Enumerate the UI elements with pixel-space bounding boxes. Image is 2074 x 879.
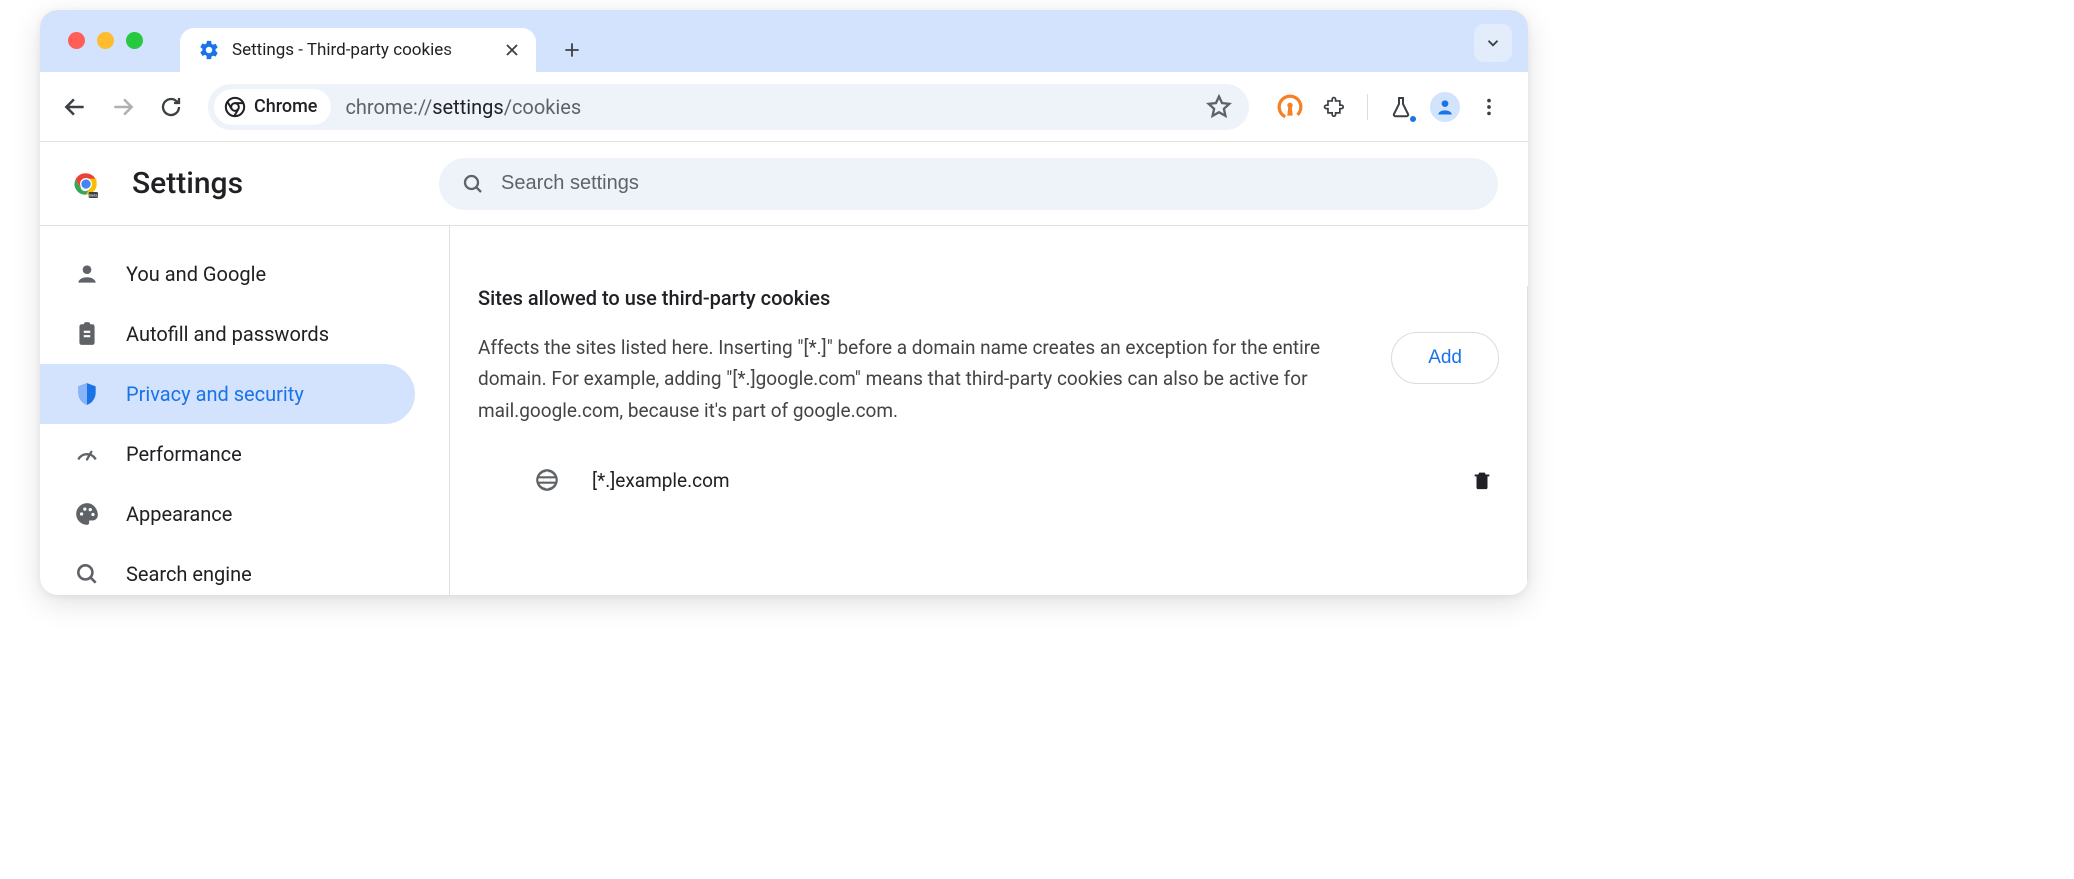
page-title: Settings bbox=[132, 166, 243, 201]
person-icon bbox=[74, 261, 100, 287]
sidebar-item-performance[interactable]: Performance bbox=[40, 424, 415, 484]
sidebar-item-label: Appearance bbox=[126, 502, 232, 526]
settings-sidebar: You and Google Autofill and passwords Pr… bbox=[40, 226, 450, 595]
section-description-row: Affects the sites listed here. Inserting… bbox=[478, 332, 1499, 426]
clipboard-icon bbox=[74, 321, 100, 347]
cookies-section: Sites allowed to use third-party cookies… bbox=[478, 286, 1528, 595]
browser-tab[interactable]: Settings - Third-party cookies bbox=[180, 28, 536, 72]
section-description: Affects the sites listed here. Inserting… bbox=[478, 332, 1359, 426]
tab-title: Settings - Third-party cookies bbox=[232, 40, 496, 60]
section-title: Sites allowed to use third-party cookies bbox=[478, 286, 1499, 310]
chrome-logo-icon: Beta bbox=[70, 168, 102, 200]
profile-button[interactable] bbox=[1430, 92, 1460, 122]
window-controls bbox=[68, 32, 143, 49]
shield-icon bbox=[74, 381, 100, 407]
window-maximize-button[interactable] bbox=[126, 32, 143, 49]
allowed-site-row: [*.]example.com bbox=[478, 452, 1499, 508]
address-bar[interactable]: Chrome chrome://settings/cookies bbox=[208, 84, 1249, 130]
speedometer-icon bbox=[74, 441, 100, 467]
sidebar-item-label: Privacy and security bbox=[126, 382, 304, 406]
sidebar-item-label: You and Google bbox=[126, 262, 266, 286]
browser-window: Settings - Third-party cookies Chrome ch… bbox=[40, 10, 1528, 595]
openvpn-extension-icon[interactable] bbox=[1275, 92, 1305, 122]
settings-gear-favicon-icon bbox=[198, 39, 220, 61]
add-button-label: Add bbox=[1428, 347, 1462, 369]
omnibox-url: chrome://settings/cookies bbox=[345, 95, 1205, 119]
sidebar-item-label: Autofill and passwords bbox=[126, 322, 329, 346]
sidebar-item-label: Performance bbox=[126, 442, 242, 466]
settings-header: Beta Settings bbox=[40, 142, 1528, 226]
browser-toolbar: Chrome chrome://settings/cookies bbox=[40, 72, 1528, 142]
tab-close-icon[interactable] bbox=[502, 40, 522, 60]
settings-content: Sites allowed to use third-party cookies… bbox=[450, 226, 1528, 595]
omnibox-site-chip[interactable]: Chrome bbox=[214, 89, 331, 125]
tab-strip: Settings - Third-party cookies bbox=[40, 10, 1528, 72]
globe-icon bbox=[534, 467, 560, 493]
toolbar-separator bbox=[1367, 94, 1368, 120]
extensions-button[interactable] bbox=[1319, 92, 1349, 122]
forward-button[interactable] bbox=[102, 86, 144, 128]
settings-body: You and Google Autofill and passwords Pr… bbox=[40, 226, 1528, 595]
new-tab-button[interactable] bbox=[554, 32, 590, 68]
sidebar-item-privacy[interactable]: Privacy and security bbox=[40, 364, 415, 424]
search-settings-bar[interactable] bbox=[439, 158, 1498, 210]
chevron-down-icon bbox=[1484, 34, 1502, 52]
browser-menu-button[interactable] bbox=[1474, 92, 1504, 122]
sidebar-item-appearance[interactable]: Appearance bbox=[40, 484, 415, 544]
bookmark-star-icon[interactable] bbox=[1205, 93, 1233, 121]
sidebar-item-search-engine[interactable]: Search engine bbox=[40, 544, 415, 595]
reload-icon bbox=[159, 95, 183, 119]
window-minimize-button[interactable] bbox=[97, 32, 114, 49]
delete-icon[interactable] bbox=[1471, 469, 1493, 491]
svg-text:Beta: Beta bbox=[89, 192, 98, 197]
arrow-left-icon bbox=[62, 94, 88, 120]
sidebar-item-label: Search engine bbox=[126, 562, 252, 586]
chrome-mono-icon bbox=[224, 96, 246, 118]
reload-button[interactable] bbox=[150, 86, 192, 128]
tab-search-button[interactable] bbox=[1474, 24, 1512, 62]
avatar-icon bbox=[1430, 92, 1460, 122]
omnibox-chip-label: Chrome bbox=[254, 96, 317, 117]
palette-icon bbox=[74, 501, 100, 527]
toolbar-actions bbox=[1265, 92, 1514, 122]
search-icon bbox=[461, 172, 485, 196]
window-close-button[interactable] bbox=[68, 32, 85, 49]
labs-button[interactable] bbox=[1386, 92, 1416, 122]
plus-icon bbox=[562, 40, 582, 60]
puzzle-icon bbox=[1322, 95, 1346, 119]
sidebar-item-you-and-google[interactable]: You and Google bbox=[40, 244, 415, 304]
search-icon bbox=[74, 561, 100, 587]
add-site-button[interactable]: Add bbox=[1391, 332, 1499, 384]
arrow-right-icon bbox=[110, 94, 136, 120]
site-pattern: [*.]example.com bbox=[592, 469, 1471, 492]
sidebar-item-autofill[interactable]: Autofill and passwords bbox=[40, 304, 415, 364]
search-settings-input[interactable] bbox=[501, 172, 1476, 195]
back-button[interactable] bbox=[54, 86, 96, 128]
dots-vertical-icon bbox=[1478, 96, 1500, 118]
